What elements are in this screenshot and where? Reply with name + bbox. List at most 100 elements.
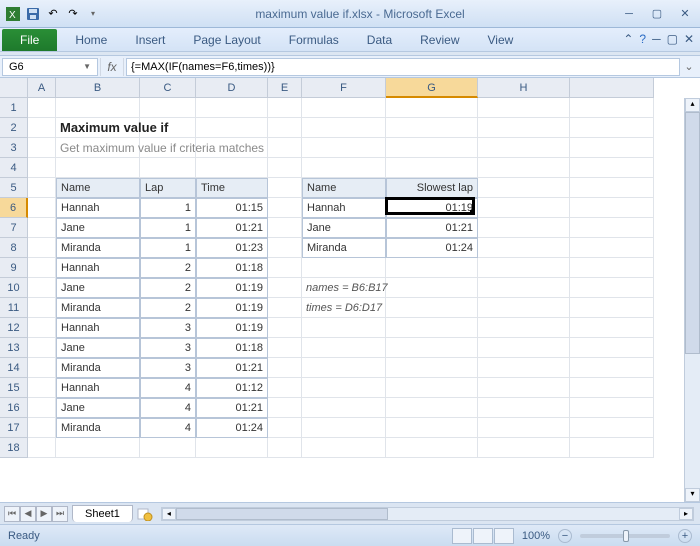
cell-A7[interactable] xyxy=(28,218,56,238)
tab-insert[interactable]: Insert xyxy=(121,29,179,51)
zoom-out-button[interactable]: − xyxy=(558,529,572,543)
formula-input[interactable]: {=MAX(IF(names=F6,times))} xyxy=(126,58,680,76)
row-header-11[interactable]: 11 xyxy=(0,298,28,318)
cell-D7[interactable]: 01:21 xyxy=(196,218,268,238)
cell-A2[interactable] xyxy=(28,118,56,138)
column-header-F[interactable]: F xyxy=(302,78,386,98)
cell-F18[interactable] xyxy=(302,438,386,458)
column-header-B[interactable]: B xyxy=(56,78,140,98)
save-icon[interactable] xyxy=(24,5,42,23)
page-break-view-button[interactable] xyxy=(494,528,514,544)
cell-C15[interactable]: 4 xyxy=(140,378,196,398)
cell-H7[interactable] xyxy=(478,218,570,238)
redo-icon[interactable]: ↷ xyxy=(64,5,82,23)
cell-F10[interactable]: names = B6:B17 xyxy=(302,278,386,298)
cell-D5[interactable]: Time xyxy=(196,178,268,198)
name-box[interactable]: G6 ▼ xyxy=(2,58,98,76)
cell-E8[interactable] xyxy=(268,238,302,258)
cell-F17[interactable] xyxy=(302,418,386,438)
cell-D4[interactable] xyxy=(196,158,268,178)
cell-E5[interactable] xyxy=(268,178,302,198)
undo-icon[interactable]: ↶ xyxy=(44,5,62,23)
cell-F3[interactable] xyxy=(302,138,386,158)
cell-E15[interactable] xyxy=(268,378,302,398)
cell-G12[interactable] xyxy=(386,318,478,338)
cell-E2[interactable] xyxy=(268,118,302,138)
cell-G13[interactable] xyxy=(386,338,478,358)
cell-G15[interactable] xyxy=(386,378,478,398)
cell-F11[interactable]: times = D6:D17 xyxy=(302,298,386,318)
vertical-scrollbar[interactable]: ▴ ▾ xyxy=(684,98,700,502)
cell-E3[interactable] xyxy=(268,138,302,158)
tab-formulas[interactable]: Formulas xyxy=(275,29,353,51)
cell-C12[interactable]: 3 xyxy=(140,318,196,338)
row-header-4[interactable]: 4 xyxy=(0,158,28,178)
sheet-nav-next-icon[interactable]: ▶ xyxy=(36,506,52,522)
row-header-16[interactable]: 16 xyxy=(0,398,28,418)
cell-7[interactable] xyxy=(570,218,654,238)
cell-17[interactable] xyxy=(570,418,654,438)
cell-D13[interactable]: 01:18 xyxy=(196,338,268,358)
cell-A4[interactable] xyxy=(28,158,56,178)
cell-F7[interactable]: Jane xyxy=(302,218,386,238)
formula-bar-expand-icon[interactable]: ⌄ xyxy=(680,60,698,73)
cell-G10[interactable] xyxy=(386,278,478,298)
cell-D15[interactable]: 01:12 xyxy=(196,378,268,398)
cell-B2[interactable]: Maximum value if xyxy=(56,118,140,138)
cell-B6[interactable]: Hannah xyxy=(56,198,140,218)
cell-A12[interactable] xyxy=(28,318,56,338)
cell-2[interactable] xyxy=(570,118,654,138)
cell-H14[interactable] xyxy=(478,358,570,378)
hscroll-thumb[interactable] xyxy=(176,508,388,520)
cell-D12[interactable]: 01:19 xyxy=(196,318,268,338)
sheet-nav-last-icon[interactable]: ⏭ xyxy=(52,506,68,522)
cell-F12[interactable] xyxy=(302,318,386,338)
tab-page-layout[interactable]: Page Layout xyxy=(179,29,274,51)
cell-G5[interactable]: Slowest lap xyxy=(386,178,478,198)
cell-F14[interactable] xyxy=(302,358,386,378)
row-header-7[interactable]: 7 xyxy=(0,218,28,238)
cell-D3[interactable] xyxy=(196,138,268,158)
ribbon-minimize-icon[interactable]: ⌃ xyxy=(623,32,633,46)
zoom-in-button[interactable]: + xyxy=(678,529,692,543)
cell-C11[interactable]: 2 xyxy=(140,298,196,318)
cell-B4[interactable] xyxy=(56,158,140,178)
doc-minimize-icon[interactable]: ─ xyxy=(652,32,661,46)
select-all-corner[interactable] xyxy=(0,78,28,98)
cell-H2[interactable] xyxy=(478,118,570,138)
cell-H10[interactable] xyxy=(478,278,570,298)
restore-button[interactable]: ▢ xyxy=(646,6,668,22)
cell-G6[interactable]: 01:19 xyxy=(386,198,478,218)
cell-14[interactable] xyxy=(570,358,654,378)
scroll-down-button[interactable]: ▾ xyxy=(685,488,700,502)
row-header-17[interactable]: 17 xyxy=(0,418,28,438)
cell-C10[interactable]: 2 xyxy=(140,278,196,298)
tab-data[interactable]: Data xyxy=(353,29,406,51)
cell-H8[interactable] xyxy=(478,238,570,258)
qat-dropdown-icon[interactable]: ▾ xyxy=(84,5,102,23)
cell-A13[interactable] xyxy=(28,338,56,358)
zoom-slider[interactable] xyxy=(580,534,670,538)
name-box-dropdown-icon[interactable]: ▼ xyxy=(83,62,91,71)
cell-D2[interactable] xyxy=(196,118,268,138)
cell-D11[interactable]: 01:19 xyxy=(196,298,268,318)
cell-C9[interactable]: 2 xyxy=(140,258,196,278)
cells-area[interactable]: Maximum value ifGet maximum value if cri… xyxy=(28,98,684,458)
cell-E1[interactable] xyxy=(268,98,302,118)
cell-6[interactable] xyxy=(570,198,654,218)
cell-E18[interactable] xyxy=(268,438,302,458)
cell-12[interactable] xyxy=(570,318,654,338)
cell-G3[interactable] xyxy=(386,138,478,158)
cell-13[interactable] xyxy=(570,338,654,358)
sheet-nav-prev-icon[interactable]: ◀ xyxy=(20,506,36,522)
vscroll-thumb[interactable] xyxy=(685,112,700,354)
cell-H17[interactable] xyxy=(478,418,570,438)
cell-G18[interactable] xyxy=(386,438,478,458)
cell-B11[interactable]: Miranda xyxy=(56,298,140,318)
cell-4[interactable] xyxy=(570,158,654,178)
cell-C16[interactable]: 4 xyxy=(140,398,196,418)
column-header-H[interactable]: H xyxy=(478,78,570,98)
horizontal-scrollbar[interactable]: ◂ ▸ xyxy=(161,507,694,521)
cell-B8[interactable]: Miranda xyxy=(56,238,140,258)
cell-B17[interactable]: Miranda xyxy=(56,418,140,438)
